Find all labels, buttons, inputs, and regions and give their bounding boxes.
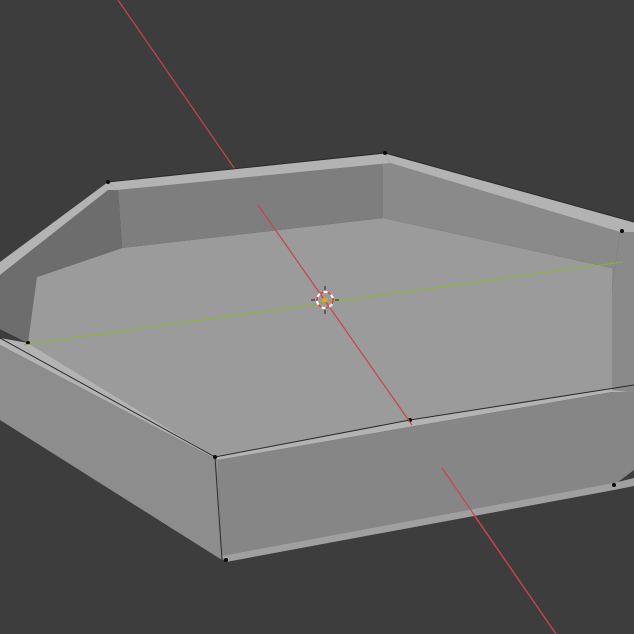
viewport-scene[interactable]	[0, 0, 634, 634]
vertex[interactable]	[620, 229, 624, 233]
vertex[interactable]	[612, 483, 616, 487]
hexagonal-tray[interactable]	[0, 151, 634, 562]
vertex[interactable]	[383, 151, 387, 155]
vertex[interactable]	[213, 455, 217, 459]
object-origin-icon	[322, 297, 328, 303]
vertex[interactable]	[224, 558, 228, 562]
vertex[interactable]	[106, 180, 110, 184]
3d-viewport[interactable]	[0, 0, 634, 634]
